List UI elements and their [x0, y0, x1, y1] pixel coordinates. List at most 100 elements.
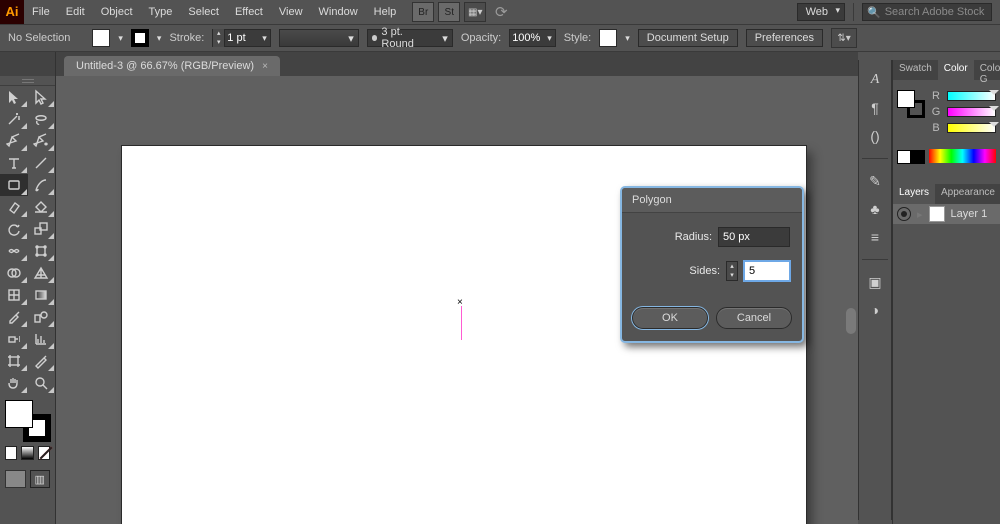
- menu-window[interactable]: Window: [311, 0, 366, 24]
- artboard-tool[interactable]: [0, 350, 28, 372]
- gradient-tool[interactable]: [28, 284, 56, 306]
- stroke-weight[interactable]: ▴▾ ▾: [212, 29, 271, 47]
- layer-thumb: [929, 206, 945, 222]
- color-mode-gradient[interactable]: [21, 446, 33, 460]
- selection-tool[interactable]: [0, 86, 28, 108]
- dialog-title: Polygon: [622, 188, 802, 213]
- menu-file[interactable]: File: [24, 0, 58, 24]
- b-slider[interactable]: [947, 123, 996, 133]
- pen-tool[interactable]: [0, 130, 28, 152]
- menu-view[interactable]: View: [271, 0, 311, 24]
- blend-tool[interactable]: [28, 306, 56, 328]
- direct-selection-tool[interactable]: [28, 86, 56, 108]
- stock-search[interactable]: 🔍 Search Adobe Stock: [862, 3, 992, 21]
- graph-tool[interactable]: [28, 328, 56, 350]
- close-tab-icon[interactable]: ×: [262, 61, 268, 72]
- lasso-tool[interactable]: [28, 108, 56, 130]
- hand-tool[interactable]: [0, 372, 28, 394]
- gpu-icon[interactable]: ⟳: [490, 2, 512, 22]
- stroke-swatch[interactable]: [131, 29, 149, 47]
- vertical-scrollbar[interactable]: [846, 308, 856, 334]
- curvature-tool[interactable]: [28, 130, 56, 152]
- width-tool[interactable]: [0, 240, 28, 262]
- preferences-button[interactable]: Preferences: [746, 29, 823, 47]
- fill-swatch[interactable]: [92, 29, 110, 47]
- tab-swatches[interactable]: Swatch: [893, 60, 938, 80]
- layer-row[interactable]: ▸ Layer 1: [893, 204, 1000, 224]
- color-panel-tabs: Swatch Color Color G: [893, 60, 1000, 80]
- tab-color[interactable]: Color: [938, 60, 974, 80]
- shaper-tool[interactable]: [0, 196, 28, 218]
- document-tab-bar: Untitled-3 @ 66.67% (RGB/Preview) ×: [56, 52, 858, 76]
- mesh-tool[interactable]: [0, 284, 28, 306]
- arrange-docs-icon[interactable]: ▦▾: [464, 2, 486, 22]
- menu-effect[interactable]: Effect: [227, 0, 271, 24]
- line-tool[interactable]: [28, 152, 56, 174]
- brush-def[interactable]: 3 pt. Round▾: [367, 29, 453, 47]
- char-panel-icon[interactable]: A: [863, 68, 887, 92]
- g-slider[interactable]: [947, 107, 996, 117]
- brush-tool[interactable]: [28, 174, 56, 196]
- menu-edit[interactable]: Edit: [58, 0, 93, 24]
- radius-input[interactable]: [718, 227, 790, 247]
- bw-swatches[interactable]: [897, 150, 925, 164]
- appearance-panel-icon[interactable]: ◑: [863, 298, 887, 322]
- stroke-stepper[interactable]: ▴▾: [213, 29, 225, 47]
- sides-label: Sides:: [689, 265, 720, 277]
- sides-input[interactable]: [744, 261, 790, 281]
- bridge-icon[interactable]: Br: [412, 2, 434, 22]
- fill-stroke-control[interactable]: [5, 400, 51, 442]
- sides-stepper[interactable]: ▴▾: [726, 261, 738, 281]
- b-label: B: [931, 122, 941, 134]
- spectrum-bar[interactable]: [929, 149, 996, 163]
- glyphs-panel-icon[interactable]: (): [863, 124, 887, 148]
- symbol-sprayer-tool[interactable]: [0, 328, 28, 350]
- tab-appearance[interactable]: Appearance: [935, 184, 1000, 204]
- panel-fill-stroke[interactable]: [897, 90, 925, 118]
- stroke-panel-icon[interactable]: ≡: [863, 225, 887, 249]
- ok-button[interactable]: OK: [632, 307, 708, 329]
- collapsed-dock: A ¶ () ✎ ♣ ≡ ▣ ◑: [858, 60, 892, 520]
- color-mode-row: [0, 446, 55, 460]
- magic-wand-tool[interactable]: [0, 108, 28, 130]
- symbols-panel-icon[interactable]: ♣: [863, 197, 887, 221]
- slice-tool[interactable]: [28, 350, 56, 372]
- rotate-tool[interactable]: [0, 218, 28, 240]
- var-width-profile[interactable]: ▾: [279, 29, 359, 47]
- type-tool[interactable]: [0, 152, 28, 174]
- eraser-tool[interactable]: [28, 196, 56, 218]
- stock-icon[interactable]: St: [438, 2, 460, 22]
- document-tab[interactable]: Untitled-3 @ 66.67% (RGB/Preview) ×: [64, 56, 280, 76]
- r-slider[interactable]: [947, 91, 996, 101]
- scale-tool[interactable]: [28, 218, 56, 240]
- tab-layers[interactable]: Layers: [893, 184, 935, 204]
- workspace-switcher[interactable]: Web: [797, 3, 845, 21]
- menu-help[interactable]: Help: [366, 0, 405, 24]
- stroke-weight-input[interactable]: [225, 32, 259, 44]
- opacity-field[interactable]: ▾: [509, 29, 556, 47]
- eyedropper-tool[interactable]: [0, 306, 28, 328]
- draw-mode[interactable]: [5, 470, 26, 488]
- brushes-panel-icon[interactable]: ✎: [863, 169, 887, 193]
- align-to-icon[interactable]: ⇅▾: [831, 28, 857, 48]
- menu-type[interactable]: Type: [141, 0, 181, 24]
- shape-builder-tool[interactable]: [0, 262, 28, 284]
- menu-select[interactable]: Select: [180, 0, 227, 24]
- perspective-tool[interactable]: [28, 262, 56, 284]
- tool-panel-grip[interactable]: [0, 76, 55, 86]
- color-mode-solid[interactable]: [5, 446, 17, 460]
- color-mode-none[interactable]: [38, 446, 50, 460]
- fill-box[interactable]: [5, 400, 33, 428]
- zoom-tool[interactable]: [28, 372, 56, 394]
- menu-object[interactable]: Object: [93, 0, 141, 24]
- paragraph-panel-icon[interactable]: ¶: [863, 96, 887, 120]
- cancel-button[interactable]: Cancel: [716, 307, 792, 329]
- tab-color-guide[interactable]: Color G: [974, 60, 1000, 80]
- shape-tool[interactable]: [0, 174, 28, 196]
- transparency-panel-icon[interactable]: ▣: [863, 270, 887, 294]
- screen-mode[interactable]: ▥: [30, 470, 51, 488]
- document-setup-button[interactable]: Document Setup: [638, 29, 738, 47]
- style-swatch[interactable]: [599, 29, 617, 47]
- visibility-icon[interactable]: [897, 207, 911, 221]
- free-transform-tool[interactable]: [28, 240, 56, 262]
